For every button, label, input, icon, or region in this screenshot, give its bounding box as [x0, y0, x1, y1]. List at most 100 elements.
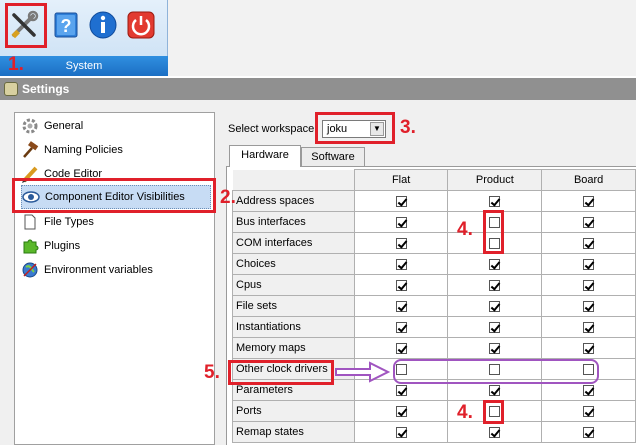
table-row: Remap states	[232, 421, 636, 443]
visibility-checkbox[interactable]	[583, 342, 595, 354]
row-header: File sets	[232, 295, 355, 317]
row-header: Memory maps	[232, 337, 355, 359]
visibility-checkbox[interactable]	[395, 195, 407, 207]
help-button[interactable]: ?	[50, 6, 84, 44]
row-header: Instantiations	[232, 316, 355, 338]
visibility-checkbox[interactable]	[395, 300, 407, 312]
column-header-board: Board	[541, 169, 636, 191]
table-row: Address spaces	[232, 190, 636, 212]
table-cell	[353, 274, 449, 296]
table-row: COM interfaces	[232, 232, 636, 254]
tab-hardware[interactable]: Hardware	[229, 145, 301, 167]
table-cell	[541, 232, 636, 254]
row-header: Ports	[232, 400, 355, 422]
nav-item-file-types[interactable]: File Types	[21, 211, 211, 233]
ribbon-empty-area	[168, 0, 636, 76]
table-cell	[353, 337, 449, 359]
table-row: Choices	[232, 253, 636, 275]
visibility-checkbox[interactable]	[395, 384, 407, 396]
table-cell	[447, 274, 543, 296]
visibility-checkbox[interactable]	[583, 384, 595, 396]
visibility-checkbox[interactable]	[395, 342, 407, 354]
table-cell	[447, 316, 543, 338]
table-cell	[353, 232, 449, 254]
visibility-checkbox[interactable]	[583, 258, 595, 270]
file-icon	[21, 213, 39, 231]
visibility-checkbox[interactable]	[583, 300, 595, 312]
annotation-box-1	[5, 3, 47, 48]
nav-item-label: Environment variables	[44, 264, 153, 276]
workspace-label: Select workspace	[228, 123, 315, 135]
annotation-box-5	[228, 360, 334, 385]
table-cell	[353, 400, 449, 422]
table-cell	[541, 274, 636, 296]
visibility-checkbox[interactable]	[395, 258, 407, 270]
annotation-box-4b	[483, 400, 504, 424]
visibility-checkbox[interactable]	[583, 216, 595, 228]
tab-software[interactable]: Software	[301, 147, 365, 167]
help-book-icon: ?	[54, 12, 78, 38]
table-cell	[353, 211, 449, 233]
annotation-number-5: 5.	[204, 362, 220, 383]
visibility-checkbox[interactable]	[489, 258, 501, 270]
annotation-number-4b: 4.	[457, 402, 473, 423]
visibility-checkbox[interactable]	[489, 342, 501, 354]
visibility-checkbox[interactable]	[395, 279, 407, 291]
table-corner	[232, 169, 355, 191]
visibility-checkbox[interactable]	[395, 216, 407, 228]
visibility-checkbox[interactable]	[395, 237, 407, 249]
nav-item-naming-policies[interactable]: Naming Policies	[21, 139, 211, 161]
settings-titlebar: Settings	[0, 78, 636, 100]
table-cell	[447, 337, 543, 359]
row-header: Choices	[232, 253, 355, 275]
visibility-checkbox[interactable]	[583, 195, 595, 207]
nav-item-environment-variables[interactable]: Environment variables	[21, 259, 211, 281]
row-header: Cpus	[232, 274, 355, 296]
visibility-checkbox[interactable]	[583, 405, 595, 417]
table-cell	[447, 295, 543, 317]
visibility-checkbox[interactable]	[489, 426, 501, 438]
table-cell	[353, 316, 449, 338]
nav-item-label: General	[44, 120, 84, 132]
table-cell	[541, 253, 636, 275]
visibility-checkbox[interactable]	[489, 279, 501, 291]
table-row: Bus interfaces	[232, 211, 636, 233]
visibility-checkbox[interactable]	[583, 237, 595, 249]
annotation-arrow-icon	[335, 361, 391, 383]
visibility-checkbox[interactable]	[395, 321, 407, 333]
visibility-checkbox[interactable]	[489, 384, 501, 396]
exit-button[interactable]	[124, 6, 158, 44]
table-cell	[541, 211, 636, 233]
table-cell	[541, 295, 636, 317]
visibility-checkbox[interactable]	[489, 300, 501, 312]
column-header-flat: Flat	[353, 169, 449, 191]
gavel-icon	[21, 141, 39, 159]
table-cell	[353, 190, 449, 212]
visibility-checkbox[interactable]	[395, 405, 407, 417]
visibility-checkbox[interactable]	[395, 426, 407, 438]
table-cell	[447, 253, 543, 275]
app-icon	[4, 82, 18, 96]
gear-icon	[21, 117, 39, 135]
nav-item-label: Plugins	[44, 240, 81, 252]
nav-item-plugins[interactable]: Plugins	[21, 235, 211, 257]
row-header: Address spaces	[232, 190, 355, 212]
info-button[interactable]	[86, 6, 120, 44]
table-row: Instantiations	[232, 316, 636, 338]
visibility-checkbox[interactable]	[583, 321, 595, 333]
table-row: Ports	[232, 400, 636, 422]
column-header-product: Product	[447, 169, 543, 191]
table-cell	[541, 421, 636, 443]
settings-category-list: General Naming Policies Code Editor Comp…	[14, 112, 215, 445]
annotation-number-2: 2.	[220, 187, 236, 208]
power-icon	[127, 11, 155, 39]
table-row: File sets	[232, 295, 636, 317]
nav-item-label: File Types	[44, 216, 94, 228]
row-header: COM interfaces	[232, 232, 355, 254]
visibility-checkbox[interactable]	[489, 195, 501, 207]
visibility-checkbox[interactable]	[489, 321, 501, 333]
visibility-checkbox[interactable]	[583, 279, 595, 291]
annotation-oval-5	[393, 359, 599, 384]
nav-item-general[interactable]: General	[21, 115, 211, 137]
visibility-checkbox[interactable]	[583, 426, 595, 438]
